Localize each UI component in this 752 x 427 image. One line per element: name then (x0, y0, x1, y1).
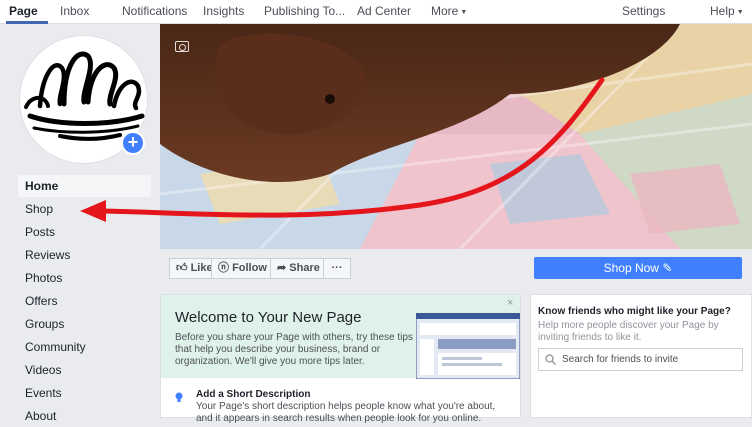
annotation-arrow (80, 77, 605, 222)
